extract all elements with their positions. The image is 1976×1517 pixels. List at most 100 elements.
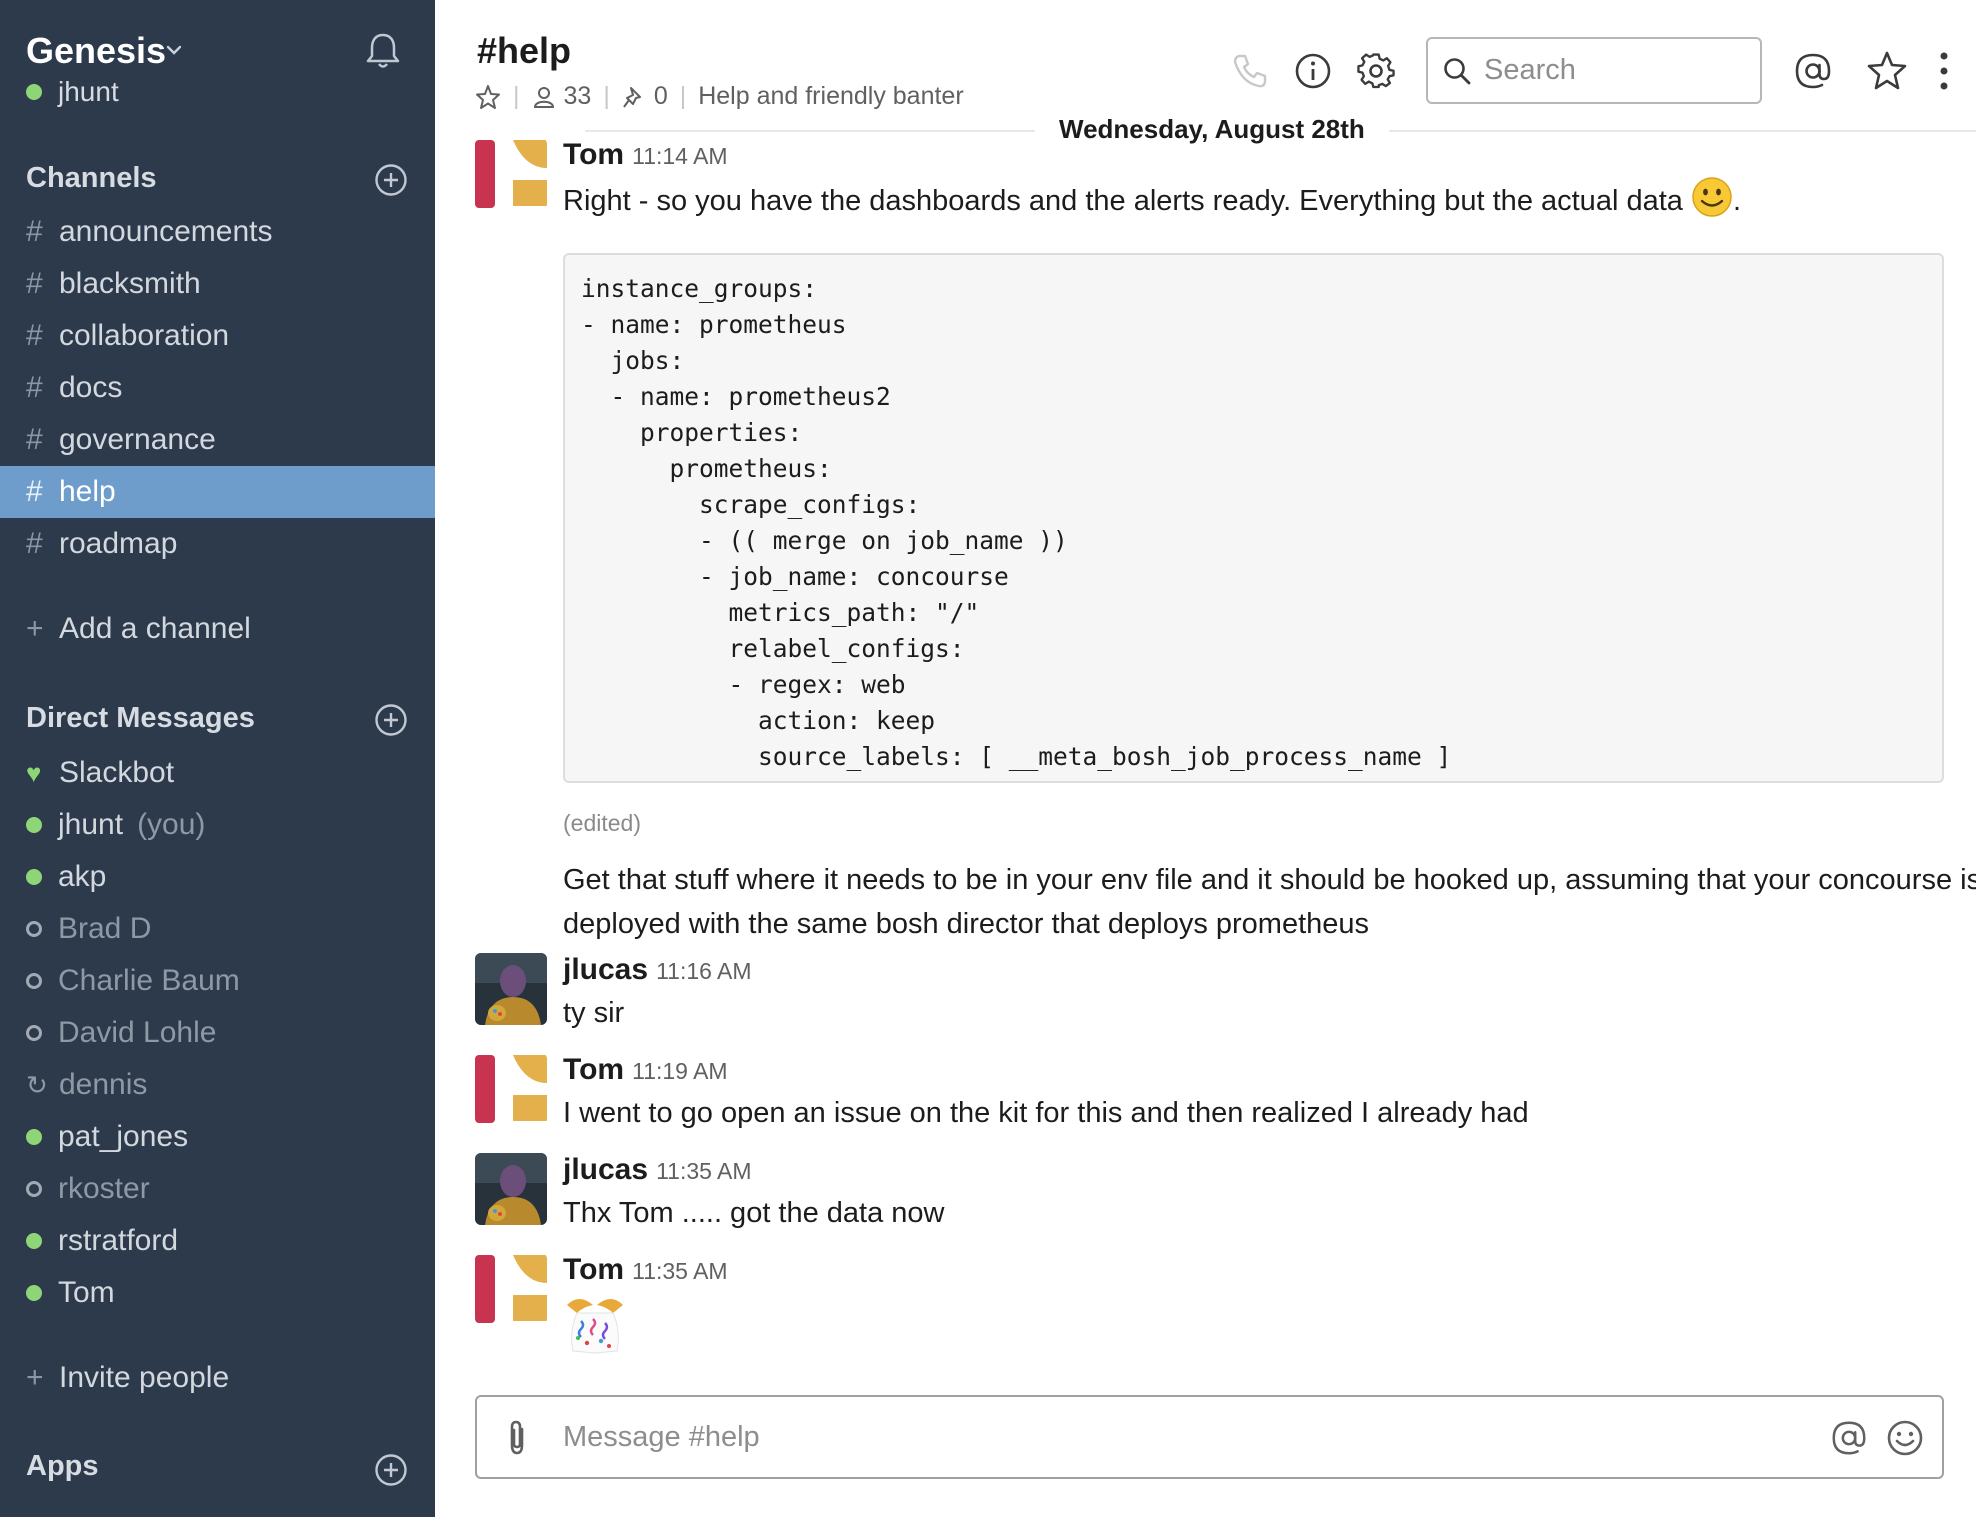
presence-online-icon (26, 1233, 42, 1249)
edited-label: (edited) (563, 810, 641, 836)
hash-icon: # (26, 423, 43, 456)
sender-name[interactable]: Tom (563, 1253, 624, 1287)
search-icon (1444, 57, 1471, 84)
sidebar-item-docs[interactable]: # docs (0, 362, 435, 414)
message-input[interactable] (563, 1415, 1763, 1459)
starred-items-icon[interactable] (1866, 50, 1908, 92)
sender-name[interactable]: Tom (563, 138, 624, 172)
dm-label: Tom (58, 1276, 115, 1309)
message-text: Thx Tom ..... got the data now (563, 1197, 945, 1229)
hash-icon: # (26, 215, 43, 248)
message-header: jlucas 11:16 AM (563, 953, 752, 987)
current-user[interactable]: jhunt (26, 76, 119, 108)
channel-topic[interactable]: Help and friendly banter (698, 82, 963, 111)
avatar-jlucas[interactable] (475, 1153, 547, 1225)
presence-away-icon (26, 1181, 42, 1197)
members-icon[interactable] (532, 85, 556, 109)
channel-meta: | 33 | 0 | Help and friendly banter (475, 82, 964, 111)
message-text: ty sir (563, 997, 625, 1029)
presence-online-icon (26, 84, 42, 100)
sidebar-item-announcements[interactable]: # announcements (0, 206, 435, 258)
message-text: Right - so you have the dashboards and t… (563, 176, 1741, 223)
message: jlucas 11:35 AM Thx Tom ..... got the da… (475, 1153, 1944, 1233)
dm-list: ♥ Slackbot jhunt (you) akp Brad D Charlie … (0, 747, 435, 1319)
add-channel-icon[interactable] (374, 163, 408, 197)
attach-icon[interactable] (497, 1417, 537, 1457)
timestamp[interactable]: 11:19 AM (632, 1058, 727, 1085)
phone-icon[interactable] (1230, 51, 1270, 91)
dm-item-tom[interactable]: Tom (0, 1267, 435, 1319)
timestamp[interactable]: 11:35 AM (632, 1258, 727, 1285)
channel-header: #help | 33 | 0 | Help and friendly bante… (435, 0, 1976, 130)
dm-label: pat_jones (58, 1120, 189, 1153)
more-vertical-icon[interactable] (1934, 50, 1954, 92)
workspace-name[interactable]: Genesis (26, 30, 166, 72)
search-box[interactable] (1426, 37, 1762, 104)
dm-item-slackbot[interactable]: ♥ Slackbot (0, 747, 435, 799)
timestamp[interactable]: 11:14 AM (632, 143, 727, 170)
avatar-tom[interactable] (475, 138, 547, 210)
dm-label: Charlie Baum (58, 964, 240, 997)
channels-header[interactable]: Channels (26, 162, 157, 195)
plus-icon: + (26, 612, 44, 645)
sidebar: Genesis jhunt Channels # announcements # b… (0, 0, 435, 1517)
timestamp[interactable]: 11:35 AM (656, 1158, 751, 1185)
channel-title[interactable]: #help (477, 30, 571, 72)
dm-item-charlie-baum[interactable]: Charlie Baum (0, 955, 435, 1007)
dm-item-david-lohle[interactable]: David Lohle (0, 1007, 435, 1059)
dm-item-rkoster[interactable]: rkoster (0, 1163, 435, 1215)
chevron-down-icon[interactable] (164, 40, 184, 60)
info-icon[interactable] (1293, 51, 1333, 91)
message-followup: Get that stuff where it needs to be in y… (563, 864, 1976, 940)
message-header: Tom 11:35 AM (563, 1253, 728, 1287)
dm-label: David Lohle (58, 1016, 217, 1049)
sidebar-item-governance[interactable]: # governance (0, 414, 435, 466)
bell-icon[interactable] (362, 30, 404, 72)
avatar-jlucas[interactable] (475, 953, 547, 1025)
pin-icon[interactable] (622, 85, 646, 109)
current-user-name: jhunt (58, 76, 119, 107)
star-icon[interactable] (475, 84, 501, 110)
avatar-tom[interactable] (475, 1053, 547, 1125)
hash-icon: # (26, 527, 43, 560)
mention-icon[interactable] (1829, 1418, 1869, 1458)
avatar-tom[interactable] (475, 1253, 547, 1325)
gear-icon[interactable] (1356, 51, 1396, 91)
sender-name[interactable]: jlucas (563, 953, 648, 987)
sidebar-item-help[interactable]: # help (0, 466, 435, 518)
sidebar-item-blacksmith[interactable]: # blacksmith (0, 258, 435, 310)
hash-icon: # (26, 475, 43, 508)
search-input[interactable] (1484, 54, 1734, 87)
timestamp[interactable]: 11:16 AM (656, 958, 751, 985)
dm-you-suffix: (you) (137, 808, 206, 841)
dm-item-akp[interactable]: akp (0, 851, 435, 903)
add-channel-link[interactable]: + Add a channel (26, 612, 251, 646)
add-dm-icon[interactable] (374, 703, 408, 737)
mention-icon[interactable] (1792, 50, 1834, 92)
pinned-count[interactable]: 0 (654, 82, 668, 111)
sidebar-item-collaboration[interactable]: # collaboration (0, 310, 435, 362)
channel-list: # announcements # blacksmith # collaboratio… (0, 206, 435, 570)
presence-online-icon (26, 817, 42, 833)
invite-people-link[interactable]: + Invite people (26, 1361, 229, 1395)
dm-item-rstratford[interactable]: rstratford (0, 1215, 435, 1267)
dm-label: Brad D (58, 912, 152, 945)
sender-name[interactable]: jlucas (563, 1153, 648, 1187)
meta-divider: | (513, 82, 520, 110)
dm-item-pat-jones[interactable]: pat_jones (0, 1111, 435, 1163)
presence-online-icon (26, 869, 42, 885)
dm-header[interactable]: Direct Messages (26, 702, 255, 735)
sender-name[interactable]: Tom (563, 1053, 624, 1087)
emoji-icon[interactable] (1885, 1418, 1925, 1458)
dm-item-jhunt[interactable]: jhunt (you) (0, 799, 435, 851)
sidebar-item-roadmap[interactable]: # roadmap (0, 518, 435, 570)
dm-label: rstratford (58, 1224, 179, 1257)
apps-header[interactable]: Apps (26, 1450, 99, 1483)
dm-item-dennis[interactable]: ↻ dennis (0, 1059, 435, 1111)
presence-online-icon (26, 1285, 42, 1301)
dm-item-brad-d[interactable]: Brad D (0, 903, 435, 955)
add-app-icon[interactable] (374, 1453, 408, 1487)
message-composer[interactable] (475, 1395, 1944, 1479)
smiley-emoji-icon (1692, 177, 1732, 217)
members-count[interactable]: 33 (564, 82, 592, 111)
